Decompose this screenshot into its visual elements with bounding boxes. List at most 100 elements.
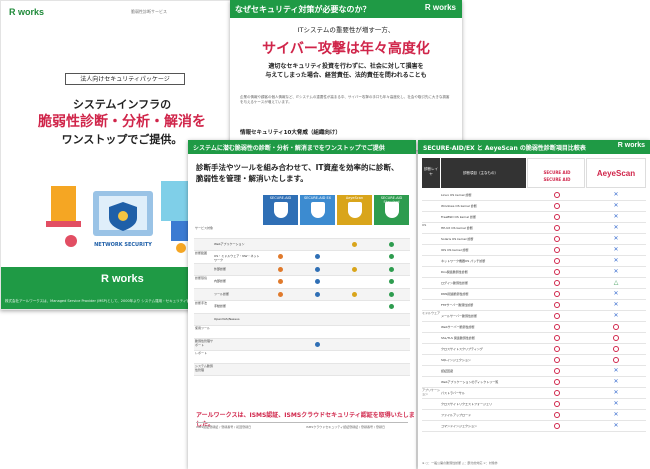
- circle-mark-icon: [553, 192, 560, 198]
- table-cell: [262, 301, 299, 313]
- cross-mark-icon: ✕: [613, 235, 619, 242]
- row-layer: [422, 355, 441, 365]
- table-row: OpenVAS/Nessus: [194, 313, 410, 326]
- circle-mark-icon: [553, 401, 560, 407]
- table-cell: [299, 289, 336, 301]
- page2-subtitle: ITシステムの重要性が増す一方、: [297, 26, 395, 34]
- row-item: Windows OS kernel 診断: [441, 204, 477, 208]
- circle-mark-icon: [553, 236, 560, 242]
- aeyescan-cell: ✕: [586, 190, 646, 200]
- secure-aid-cell: [527, 322, 586, 332]
- row-item: ツール診断: [214, 291, 230, 296]
- table-cell: [299, 251, 336, 263]
- row-layer: [422, 234, 441, 244]
- aeyescan-cell: ✕: [586, 234, 646, 244]
- row-layer: アプリケーション: [422, 388, 440, 396]
- secure-aid-cell: [527, 245, 586, 255]
- comparison-row: Dns関連脆弱性診断 ✕: [422, 267, 646, 278]
- row-item: DNS関連脆弱性診断: [441, 292, 469, 296]
- footer-logo: R works: [101, 273, 144, 285]
- row-layer: [422, 344, 441, 354]
- table-cell: [336, 251, 373, 263]
- aeyescan-cell: ✕: [586, 311, 646, 321]
- secure-aid-logo: SECURE AID: [543, 170, 571, 175]
- row-item: [214, 226, 262, 238]
- table-cell: [336, 276, 373, 288]
- table-cell: [299, 314, 336, 326]
- page2-logo: R works: [424, 3, 456, 12]
- row-layer: [422, 366, 441, 376]
- aeyescan-cell: ✕: [586, 300, 646, 310]
- table-cell: [262, 351, 299, 363]
- row-item: パストラバーサル: [441, 391, 465, 395]
- secure-aid-cell: [527, 311, 586, 321]
- table-cell: [336, 351, 373, 363]
- comparison-row: ファイルアップロード ✕: [422, 410, 646, 421]
- supported-dot-icon: [278, 279, 283, 285]
- table-cell: [299, 326, 336, 338]
- row-layer: [422, 201, 441, 211]
- circle-mark-icon: [553, 258, 560, 264]
- shield-icon: [274, 202, 288, 218]
- row-layer: [422, 212, 441, 222]
- header-item: 診断項目（主なもの）: [441, 158, 526, 188]
- table-row: システム脆弱性管理: [194, 363, 410, 376]
- table-cell: [336, 226, 373, 238]
- secure-aid-cell: [527, 344, 586, 354]
- service-column-label: AeyeScan: [345, 196, 364, 200]
- page2-title-bar: なぜセキュリティ対策が必要なのか？ R works: [230, 0, 462, 18]
- comparison-row: 認証回避 ✕: [422, 366, 646, 377]
- header-layer: 診断レイヤ: [422, 158, 440, 188]
- circle-mark-icon: [613, 357, 619, 363]
- aeyescan-cell: ✕: [586, 289, 646, 299]
- row-layer: [422, 245, 441, 255]
- service-column-header: SECURE-AID Standard: [374, 195, 409, 225]
- cross-mark-icon: ✕: [613, 213, 619, 220]
- table-cell: [373, 289, 410, 301]
- comparison-row: SSL/TLS 関連脆弱性診断: [422, 333, 646, 344]
- row-layer: [422, 267, 441, 277]
- cover-headline-2: 脆弱性診断・分析・解消を: [38, 114, 206, 130]
- row-item: 内部診断: [214, 279, 227, 283]
- circle-mark-icon: [553, 368, 560, 374]
- row-category: サービス対象: [195, 226, 214, 230]
- page4-title-bar: SECURE-AID/EX と AeyeScan の脆弱性診断項目比較表 R w…: [418, 140, 650, 154]
- table-cell: [262, 276, 299, 288]
- row-layer: [422, 421, 441, 431]
- row-category: 診断範囲: [195, 251, 208, 255]
- circle-mark-icon: [553, 291, 560, 297]
- page4-footnote: ※ ○：一般公開の脆弱性診断 △：部分的対応 ×：対象外: [422, 461, 498, 465]
- table-row: 診断範囲 OS・ミドルウェア・NW・ネットワーク: [194, 251, 410, 264]
- cross-mark-icon: ✕: [613, 257, 619, 264]
- page3-intro: 診断手法やツールを組み合わせて、IT資産を効率的に診断、 脆弱性を管理・解消いた…: [196, 162, 406, 184]
- table-cell: [373, 326, 410, 338]
- row-layer: [422, 333, 441, 343]
- illustration-label: NETWORK SECURITY: [94, 242, 152, 248]
- aeyescan-cell: [586, 344, 646, 354]
- comparison-rows: Linux OS kernel 診断 ✕ Windows OS kernel 診断 ✕…: [422, 190, 646, 432]
- service-column-header: SECURE-AID: [263, 195, 298, 225]
- circle-mark-icon: [553, 203, 560, 209]
- table-row: Webアプリケーション: [194, 238, 410, 251]
- secure-aid-cell: [527, 190, 586, 200]
- table-cell: [299, 226, 336, 238]
- row-layer: [422, 278, 441, 288]
- circle-mark-icon: [553, 324, 560, 330]
- row-layer: [422, 190, 441, 200]
- supported-dot-icon: [278, 266, 283, 272]
- row-item: ログイン脆弱性診断: [441, 281, 469, 285]
- page2-body-line-1: 適切なセキュリティ投資を行わずに、社会に対して損害を: [268, 63, 424, 70]
- table-cell: [373, 364, 410, 376]
- comparison-row: ログイン脆弱性診断 △: [422, 278, 646, 289]
- service-column-label: SECURE-AID: [269, 196, 292, 200]
- row-layer: OS: [422, 223, 427, 227]
- circle-mark-icon: [553, 214, 560, 220]
- row-item: Webサーバー脆弱性診断: [441, 325, 475, 329]
- cross-mark-icon: ✕: [613, 246, 619, 253]
- supported-dot-icon: [389, 279, 394, 285]
- shield-icon: [311, 202, 325, 218]
- secure-aid-cell: [527, 399, 586, 409]
- cross-mark-icon: ✕: [613, 378, 619, 385]
- row-item: Linux OS kernel 診断: [441, 193, 472, 197]
- aeyescan-cell: ✕: [586, 399, 646, 409]
